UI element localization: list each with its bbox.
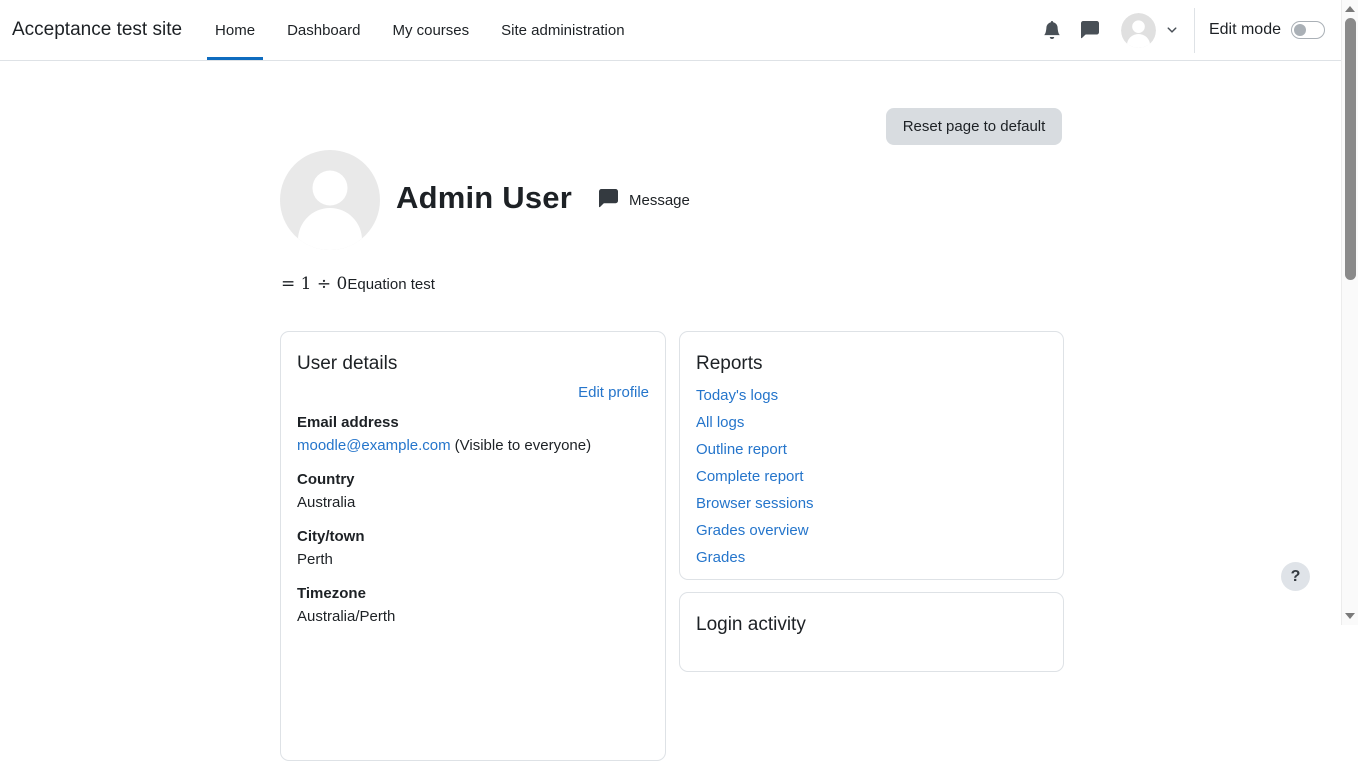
nav-item-site-administration[interactable]: Site administration [485,0,640,60]
field-timezone: Timezone Australia/Perth [297,585,649,625]
message-user-link[interactable]: Message [599,189,690,212]
user-details-title: User details [297,353,649,375]
field-city: City/town Perth [297,528,649,568]
vertical-scrollbar[interactable] [1341,0,1358,625]
field-country-label: Country [297,471,649,488]
reports-title: Reports [696,353,1047,375]
site-title[interactable]: Acceptance test site [12,19,182,41]
scrollbar-thumb[interactable] [1345,18,1356,280]
edit-profile-link[interactable]: Edit profile [578,384,649,401]
nav-item-home[interactable]: Home [199,0,271,60]
equation-label: Equation test [347,276,435,293]
login-activity-title: Login activity [696,614,1047,636]
report-link-grades[interactable]: Grades [696,544,1047,571]
equation-line: = 1 ÷ 0Equation test [281,274,435,294]
user-menu[interactable] [1121,13,1178,48]
report-link-outline-report[interactable]: Outline report [696,436,1047,463]
profile-avatar [280,150,380,250]
field-timezone-value: Australia/Perth [297,608,649,625]
reports-card: Reports Today's logs All logs Outline re… [679,331,1064,580]
field-timezone-label: Timezone [297,585,649,602]
toggle-knob [1294,24,1306,36]
navbar-right-controls: Edit mode [1033,8,1325,53]
field-email-label: Email address [297,414,649,431]
field-country-value: Australia [297,494,649,511]
notification-bell-icon[interactable] [1040,21,1064,39]
edit-mode-toggle[interactable] [1291,21,1325,39]
help-button[interactable]: ? [1281,562,1310,591]
message-bubble-icon [599,189,618,212]
nav-item-my-courses[interactable]: My courses [376,0,485,60]
report-link-complete-report[interactable]: Complete report [696,463,1047,490]
primary-navigation: Home Dashboard My courses Site administr… [199,0,641,60]
field-country: Country Australia [297,471,649,511]
scroll-down-arrow[interactable] [1345,613,1355,619]
nav-item-dashboard[interactable]: Dashboard [271,0,376,60]
messages-icon[interactable] [1078,21,1102,39]
field-email: Email address moodle@example.com(Visible… [297,414,649,454]
chevron-down-icon [1166,24,1178,36]
email-link[interactable]: moodle@example.com [297,437,451,454]
reset-page-button[interactable]: Reset page to default [886,108,1062,145]
top-navbar: Acceptance test site Home Dashboard My c… [0,0,1341,61]
email-visibility-note: (Visible to everyone) [455,437,591,454]
user-details-card: User details Edit profile Email address … [280,331,666,761]
report-link-all-logs[interactable]: All logs [696,409,1047,436]
navbar-divider [1194,8,1195,53]
field-city-label: City/town [297,528,649,545]
scroll-up-arrow[interactable] [1345,6,1355,12]
report-link-todays-logs[interactable]: Today's logs [696,382,1047,409]
edit-mode-control: Edit mode [1209,21,1325,39]
page-title-user-name: Admin User [396,180,572,216]
login-activity-card: Login activity [679,592,1064,672]
message-link-label: Message [629,192,690,209]
report-link-grades-overview[interactable]: Grades overview [696,517,1047,544]
report-link-browser-sessions[interactable]: Browser sessions [696,490,1047,517]
edit-mode-label: Edit mode [1209,21,1281,39]
field-city-value: Perth [297,551,649,568]
user-avatar [1121,13,1156,48]
equation-math: = 1 ÷ 0 [281,274,347,294]
